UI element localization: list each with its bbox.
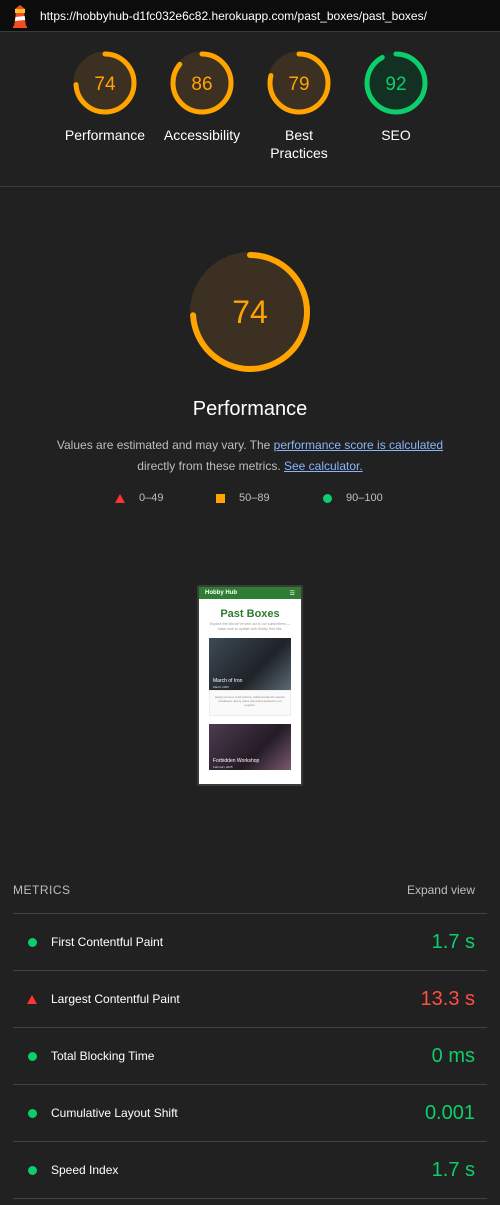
- gauge-ring-seo: 92: [364, 51, 428, 115]
- legend-label: 50–89: [239, 492, 270, 504]
- metric-name: First Contentful Paint: [51, 935, 164, 949]
- thumb-card-date: February 2025: [213, 765, 233, 769]
- thumb-card-caption: March of Iron: [213, 678, 243, 684]
- performance-score: 74: [232, 294, 268, 330]
- gauge-ring-performance: 74: [73, 51, 137, 115]
- desc-text: Values are estimated and may vary. The: [56, 438, 274, 452]
- metric-value: 1.7 s: [431, 1158, 475, 1181]
- url-text[interactable]: https://hobbyhub-d1fc032e6c82.herokuapp.…: [40, 9, 427, 23]
- score-calculated-link[interactable]: performance score is calculated: [274, 438, 443, 452]
- legend-fail: 0–49: [115, 492, 163, 504]
- thumb-subtitle: Explore the kits we've sent out to our s…: [209, 622, 291, 631]
- metric-speed-index[interactable]: Speed Index 1.7 s: [13, 1141, 487, 1198]
- gauge-seo[interactable]: 92 SEO: [341, 50, 451, 144]
- legend-average: 50–89: [216, 492, 270, 504]
- thumb-card-image: March of Iron March 2025: [209, 638, 291, 690]
- thumb-card-image: Forbidden Workshop February 2025: [209, 724, 291, 770]
- triangle-icon: [27, 994, 37, 1004]
- final-screenshot[interactable]: Hobby Hub ☰ Past Boxes Explore the kits …: [197, 585, 303, 786]
- metrics-header: METRICS Expand view: [13, 883, 475, 897]
- circle-icon: [323, 493, 332, 503]
- thumb-card-caption: Forbidden Workshop: [213, 758, 260, 764]
- square-icon: [216, 493, 225, 503]
- circle-icon: [27, 1108, 37, 1118]
- gauge-score: 79: [288, 74, 309, 95]
- metric-value: 0 ms: [431, 1044, 475, 1067]
- metric-total-blocking-time[interactable]: Total Blocking Time 0 ms: [13, 1027, 487, 1084]
- metric-name: Speed Index: [51, 1163, 119, 1177]
- circle-icon: [27, 937, 37, 947]
- address-bar: https://hobbyhub-d1fc032e6c82.herokuapp.…: [0, 0, 500, 32]
- gauge-ring-best-practices: 79: [267, 51, 331, 115]
- metric-value: 0.001: [424, 1101, 475, 1124]
- gauge-score: 74: [94, 74, 116, 95]
- metric-name: Largest Contentful Paint: [51, 992, 180, 1006]
- gauge-score: 92: [385, 74, 406, 95]
- score-description: Values are estimated and may vary. The p…: [40, 435, 460, 477]
- gauge-label: SEO: [381, 127, 411, 143]
- gauge-label: Accessibility: [163, 127, 241, 143]
- gauge-best-practices[interactable]: 79 Best Practices: [244, 50, 354, 162]
- circle-icon: [27, 1165, 37, 1175]
- circle-icon: [27, 1051, 37, 1061]
- section-title: Performance: [192, 398, 308, 420]
- metric-first-contentful-paint[interactable]: First Contentful Paint 1.7 s: [13, 913, 487, 970]
- gauge-score: 86: [191, 74, 212, 95]
- thumb-brand: Hobby Hub: [205, 590, 237, 596]
- performance-gauge-large: 74: [190, 252, 310, 372]
- see-calculator-link[interactable]: See calculator.: [284, 459, 363, 473]
- score-legend: 0–49 50–89 90–100: [0, 492, 500, 508]
- expand-view-toggle[interactable]: Expand view: [407, 883, 475, 897]
- metric-name: Cumulative Layout Shift: [51, 1106, 178, 1120]
- thumb-card-text: Heavy armour, bold colours, battle-harde…: [209, 690, 291, 716]
- thumb-card-date: March 2025: [213, 685, 229, 689]
- metric-name: Total Blocking Time: [51, 1049, 155, 1063]
- legend-pass: 90–100: [323, 492, 383, 504]
- metric-value: 1.7 s: [431, 930, 475, 953]
- legend-label: 90–100: [346, 492, 383, 504]
- metric-largest-contentful-paint[interactable]: Largest Contentful Paint 13.3 s: [13, 970, 487, 1027]
- lighthouse-icon: [13, 4, 27, 28]
- category-summary: 74 Performance 86 Accessibility 79 Best …: [0, 32, 500, 187]
- gauge-accessibility[interactable]: 86 Accessibility: [147, 50, 257, 144]
- thumb-navbar: Hobby Hub ☰: [199, 587, 301, 599]
- metrics-title: METRICS: [13, 883, 71, 897]
- menu-icon: ☰: [289, 590, 295, 597]
- metric-cumulative-layout-shift[interactable]: Cumulative Layout Shift 0.001: [13, 1084, 487, 1141]
- gauge-performance[interactable]: 74 Performance: [50, 50, 160, 144]
- gauge-label: Best Practices: [270, 127, 328, 161]
- desc-text: directly from these metrics.: [137, 459, 284, 473]
- metric-value: 13.3 s: [420, 987, 475, 1010]
- triangle-icon: [115, 493, 125, 503]
- thumb-title: Past Boxes: [220, 608, 280, 620]
- metrics-divider: [13, 1198, 487, 1199]
- legend-label: 0–49: [139, 492, 164, 504]
- gauge-label: Performance: [64, 127, 146, 143]
- gauge-ring-accessibility: 86: [170, 51, 234, 115]
